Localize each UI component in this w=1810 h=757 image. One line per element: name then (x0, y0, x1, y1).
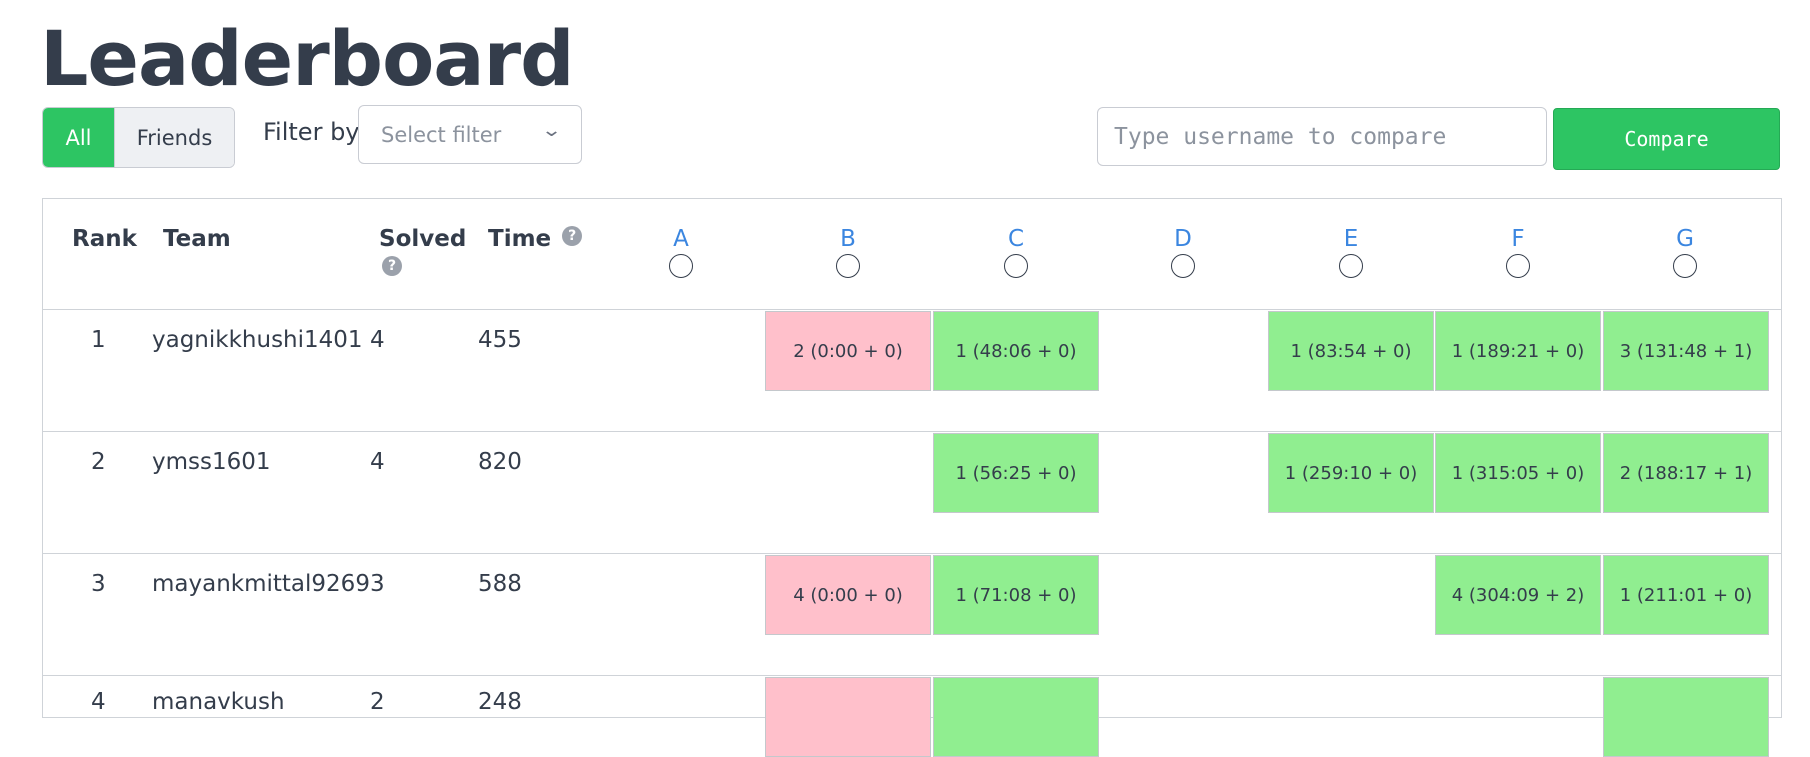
row-4-rank: 4 (91, 689, 106, 715)
row-3-cell-g: 1 (211:01 + 0) (1603, 555, 1769, 635)
filter-select-value: Select filter (381, 122, 502, 147)
row-3-rank: 3 (91, 571, 106, 597)
problem-link-a[interactable]: A (651, 226, 711, 252)
row-4-cell-g (1603, 677, 1769, 757)
row-4-cell-c (933, 677, 1099, 757)
row-2-cell-g: 2 (188:17 + 1) (1603, 433, 1769, 513)
compare-button[interactable]: Compare (1553, 108, 1780, 170)
problem-header-e: E (1321, 226, 1381, 278)
problem-link-c[interactable]: C (986, 226, 1046, 252)
row-3-cell-b: 4 (0:00 + 0) (765, 555, 931, 635)
header-divider (43, 309, 1781, 310)
row-4-time: 248 (478, 689, 522, 715)
row-3-cell-c: 1 (71:08 + 0) (933, 555, 1099, 635)
header-solved: Solved (379, 226, 467, 252)
page-title: Leaderboard (40, 14, 574, 103)
all-tab[interactable]: All (43, 108, 114, 167)
row-2-cell-e: 1 (259:10 + 0) (1268, 433, 1434, 513)
compare-username-input[interactable] (1097, 107, 1547, 166)
row-2-cell-c: 1 (56:25 + 0) (933, 433, 1099, 513)
problem-header-d: D (1153, 226, 1213, 278)
row-1-cell-f: 1 (189:21 + 0) (1435, 311, 1601, 391)
problem-link-g[interactable]: G (1655, 226, 1715, 252)
header-team: Team (163, 226, 231, 252)
problem-c-radio[interactable] (1004, 254, 1028, 278)
problem-link-f[interactable]: F (1488, 226, 1548, 252)
chevron-down-icon: ⌄ (540, 120, 563, 141)
row-1-cell-c: 1 (48:06 + 0) (933, 311, 1099, 391)
problem-header-f: F (1488, 226, 1548, 278)
row-divider (43, 431, 1781, 432)
row-3-solved: 3 (370, 571, 385, 597)
row-divider (43, 675, 1781, 676)
problem-e-radio[interactable] (1339, 254, 1363, 278)
header-rank: Rank (72, 226, 137, 252)
header-time: Time ? (488, 226, 583, 252)
row-3-team[interactable]: mayankmittal9269 (152, 571, 370, 597)
problem-link-e[interactable]: E (1321, 226, 1381, 252)
problem-a-radio[interactable] (669, 254, 693, 278)
row-2-cell-f: 1 (315:05 + 0) (1435, 433, 1601, 513)
filter-label: Filter by (263, 118, 360, 146)
view-toggle: All Friends (42, 107, 235, 168)
row-1-time: 455 (478, 327, 522, 353)
row-2-solved: 4 (370, 449, 385, 475)
solved-help-icon[interactable]: ? (382, 256, 402, 276)
row-2-time: 820 (478, 449, 522, 475)
row-1-cell-b: 2 (0:00 + 0) (765, 311, 931, 391)
time-help-icon[interactable]: ? (562, 226, 583, 246)
problem-header-b: B (818, 226, 878, 278)
problem-header-a: A (651, 226, 711, 278)
row-4-solved: 2 (370, 689, 385, 715)
row-1-cell-e: 1 (83:54 + 0) (1268, 311, 1434, 391)
problem-f-radio[interactable] (1506, 254, 1530, 278)
row-4-cell-b (765, 677, 931, 757)
row-4-team[interactable]: manavkush (152, 689, 285, 715)
problem-d-radio[interactable] (1171, 254, 1195, 278)
problem-link-d[interactable]: D (1153, 226, 1213, 252)
row-1-rank: 1 (91, 327, 106, 353)
row-2-team[interactable]: ymss1601 (152, 449, 271, 475)
problem-g-radio[interactable] (1673, 254, 1697, 278)
problem-header-c: C (986, 226, 1046, 278)
leaderboard-table: Rank Team Solved ? Time ? A B C D E F G … (42, 198, 1782, 757)
row-1-team[interactable]: yagnikkhushi1401 (152, 327, 363, 353)
friends-tab[interactable]: Friends (114, 108, 234, 167)
row-1-solved: 4 (370, 327, 385, 353)
problem-b-radio[interactable] (836, 254, 860, 278)
header-time-label: Time (488, 226, 552, 252)
row-1-cell-g: 3 (131:48 + 1) (1603, 311, 1769, 391)
problem-header-g: G (1655, 226, 1715, 278)
filter-select[interactable]: Select filter ⌄ (358, 105, 582, 164)
row-2-rank: 2 (91, 449, 106, 475)
row-3-time: 588 (478, 571, 522, 597)
row-3-cell-f: 4 (304:09 + 2) (1435, 555, 1601, 635)
row-divider (43, 553, 1781, 554)
problem-link-b[interactable]: B (818, 226, 878, 252)
